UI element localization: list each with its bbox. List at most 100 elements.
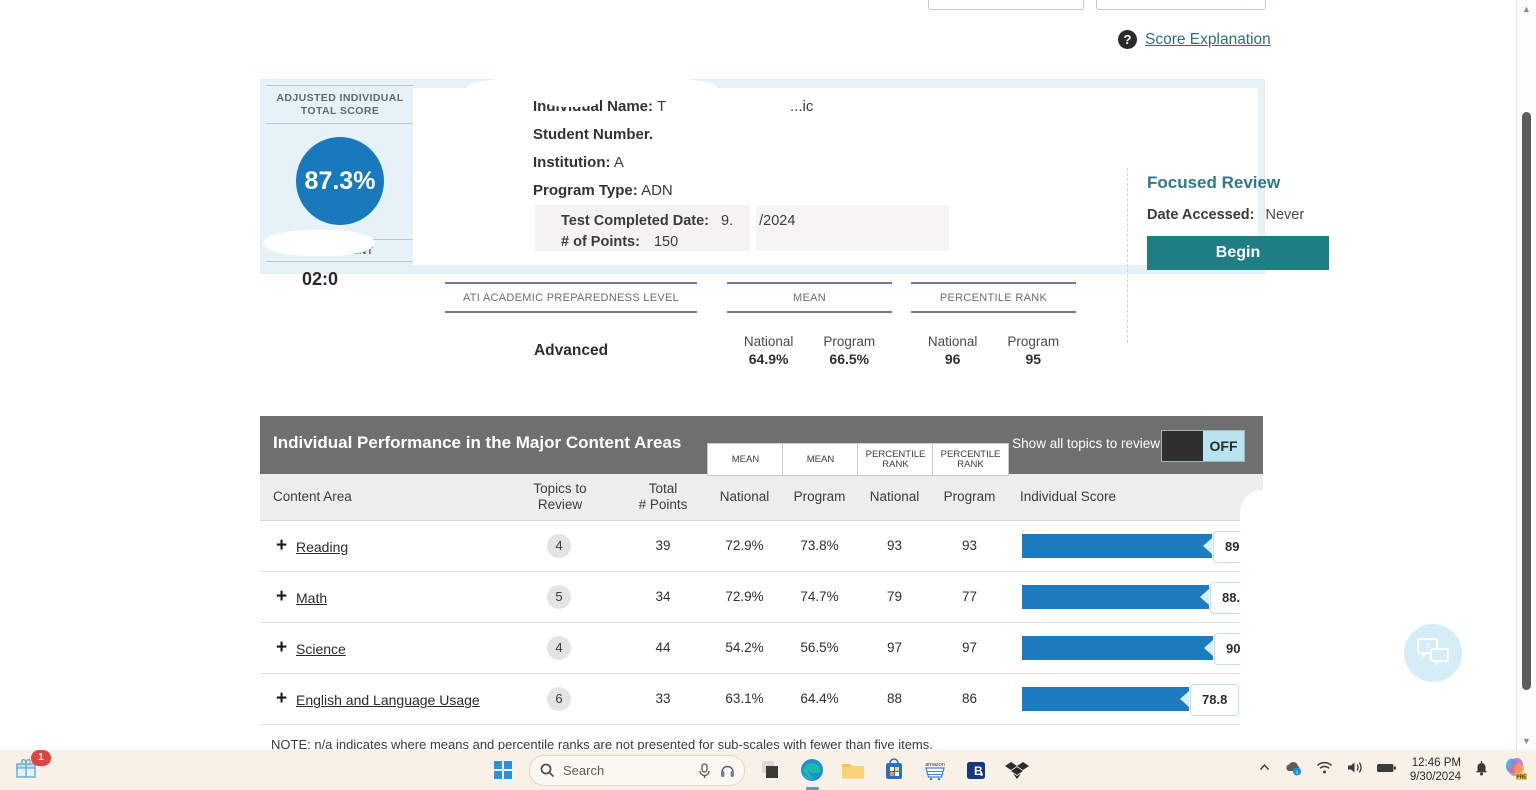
mean-program-label: Program bbox=[823, 334, 876, 349]
booking-icon: B bbox=[967, 762, 985, 779]
battery-icon bbox=[1376, 764, 1396, 772]
mean-national-value: 64.9% bbox=[748, 351, 789, 367]
dropbox-button[interactable] bbox=[1002, 755, 1032, 785]
topics-to-review-count: 5 bbox=[547, 585, 571, 609]
help-question-icon: ? bbox=[1118, 30, 1137, 49]
wifi-button[interactable] bbox=[1316, 760, 1333, 780]
expand-row-icon[interactable]: + bbox=[276, 536, 287, 555]
scrollbar-down-arrow[interactable]: ▼ bbox=[1517, 732, 1536, 750]
minihead-mean-national: MEAN bbox=[707, 443, 784, 476]
scrollbar-up-arrow[interactable]: ▲ bbox=[1517, 0, 1536, 18]
microsoft-store-button[interactable] bbox=[879, 755, 909, 785]
mean-national-label: National bbox=[743, 334, 794, 349]
mean-national-cell: 72.9% bbox=[725, 589, 764, 604]
task-view-button[interactable] bbox=[756, 755, 786, 785]
show-all-topics-toggle[interactable]: OFF bbox=[1161, 430, 1245, 462]
top-partial-button-2[interactable] bbox=[1096, 0, 1266, 10]
col-topics-to-review: Topics to Review bbox=[533, 481, 587, 512]
individual-score-bar bbox=[1022, 585, 1209, 609]
bell-icon bbox=[1476, 760, 1487, 775]
speaker-icon bbox=[1347, 762, 1362, 773]
taskbar-left-group[interactable]: 1 bbox=[12, 750, 51, 783]
edge-browser-button[interactable] bbox=[797, 755, 827, 790]
table-body: + Reading 4 39 72.9% 73.8% 93 93 89.7 + Math 5 34 72.… bbox=[260, 521, 1263, 725]
page-scrollbar[interactable]: ▲ ▼ bbox=[1516, 0, 1536, 750]
time-spent-label: TIME SPENT bbox=[266, 239, 414, 262]
date-accessed-label: Date Accessed: bbox=[1147, 207, 1255, 223]
scrollbar-thumb[interactable] bbox=[1522, 112, 1531, 690]
adjusted-score-title: ADJUSTED INDIVIDUAL TOTAL SCORE bbox=[266, 85, 414, 124]
search-placeholder-text: Search bbox=[563, 762, 605, 778]
expand-row-icon[interactable]: + bbox=[276, 689, 287, 708]
topics-to-review-count: 4 bbox=[547, 534, 571, 558]
table-row: + Reading 4 39 72.9% 73.8% 93 93 89.7 bbox=[260, 521, 1263, 572]
content-areas-table: Individual Performance in the Major Cont… bbox=[260, 416, 1263, 750]
pr-program-value: 95 bbox=[1025, 351, 1042, 367]
minihead-pr-program: PERCENTILE RANK bbox=[932, 443, 1009, 476]
booking-app-button[interactable]: B bbox=[961, 755, 991, 785]
score-callout-notch bbox=[1204, 640, 1213, 656]
top-partial-button-1[interactable] bbox=[928, 0, 1084, 10]
individual-score-bar bbox=[1022, 636, 1213, 660]
store-icon bbox=[886, 758, 902, 779]
total-score-circle: 87.3% bbox=[296, 137, 384, 225]
percentile-pair: National 96 Program 95 bbox=[911, 334, 1076, 367]
adjusted-score-title-line1: ADJUSTED INDIVIDUAL bbox=[276, 92, 404, 104]
pr-program-group: Program 95 bbox=[1007, 334, 1059, 367]
preparedness-head: ATI ACADEMIC PREPAREDNESS LEVEL bbox=[445, 282, 697, 313]
minihead-pr-national: PERCENTILE RANK bbox=[857, 443, 934, 476]
tray-expand-button[interactable] bbox=[1258, 761, 1271, 779]
table-column-headers: Content Area Topics to Review Total # Poin… bbox=[260, 474, 1263, 521]
begin-button[interactable]: Begin bbox=[1147, 236, 1329, 270]
individual-name-value-tail: ...ic bbox=[790, 98, 814, 115]
notifications-button[interactable] bbox=[1474, 760, 1489, 781]
mean-program-cell: 73.8% bbox=[800, 538, 839, 553]
battery-button[interactable] bbox=[1376, 761, 1397, 779]
volume-button[interactable] bbox=[1346, 760, 1363, 780]
browser-page-content: ? Score Explanation ADJUSTED INDIVIDUAL … bbox=[0, 0, 1517, 750]
expand-row-icon[interactable]: + bbox=[276, 587, 287, 606]
student-number-label: Student Number. bbox=[533, 126, 654, 143]
wifi-icon bbox=[1316, 761, 1332, 774]
start-button[interactable] bbox=[488, 755, 518, 785]
total-points-cell: 34 bbox=[655, 589, 671, 604]
taskbar-clock[interactable]: 12:46 PM 9/30/2024 bbox=[1410, 756, 1461, 784]
content-area-link[interactable]: Math bbox=[296, 590, 327, 606]
content-area-link[interactable]: English and Language Usage bbox=[296, 692, 480, 708]
score-explanation-link[interactable]: Score Explanation bbox=[1145, 31, 1271, 49]
pr-national-value: 96 bbox=[944, 351, 961, 367]
file-explorer-button[interactable] bbox=[838, 755, 868, 785]
amazon-shopping-button[interactable]: amazon bbox=[920, 755, 950, 785]
pr-program-label: Program bbox=[1007, 334, 1060, 349]
taskbar-search-box[interactable]: Search bbox=[529, 754, 745, 786]
security-status-button[interactable]: i bbox=[1284, 759, 1303, 782]
table-row: + Science 4 44 54.2% 56.5% 97 97 90 bbox=[260, 623, 1263, 674]
points-value: 150 bbox=[653, 234, 679, 250]
pr-national-cell: 93 bbox=[886, 538, 903, 553]
clock-date: 9/30/2024 bbox=[1409, 771, 1461, 783]
toggle-knob bbox=[1162, 431, 1203, 461]
score-explanation-link-group[interactable]: ? Score Explanation bbox=[1118, 30, 1271, 49]
gift-app-icon[interactable]: 1 bbox=[12, 750, 51, 783]
svg-text:amazon: amazon bbox=[925, 762, 945, 768]
copilot-button[interactable]: PRE bbox=[1502, 755, 1528, 786]
col-mean-program: Program bbox=[793, 489, 846, 504]
institution-label: Institution: bbox=[533, 154, 611, 171]
content-area-link[interactable]: Reading bbox=[296, 539, 348, 555]
chat-help-widget[interactable]: ? bbox=[1404, 624, 1462, 682]
content-area-link[interactable]: Science bbox=[296, 641, 346, 657]
table-row: + Math 5 34 72.9% 74.7% 79 77 88.2 bbox=[260, 572, 1263, 623]
copilot-icon: PRE bbox=[1506, 757, 1527, 780]
chevron-up-icon bbox=[1259, 763, 1269, 770]
test-date-line: Test Completed Date: 9. /2024 bbox=[561, 211, 795, 232]
edge-icon bbox=[801, 759, 823, 781]
individual-score-bar bbox=[1022, 687, 1189, 711]
test-date-value-year: /2024 bbox=[759, 213, 796, 229]
expand-row-icon[interactable]: + bbox=[276, 638, 287, 657]
program-type-value: ADN bbox=[641, 182, 673, 199]
mean-program-cell: 56.5% bbox=[800, 640, 839, 655]
vertical-separator bbox=[1127, 168, 1128, 343]
amazon-cart-icon: amazon bbox=[925, 762, 945, 781]
minihead-mean-program: MEAN bbox=[782, 443, 859, 476]
chat-bubbles-icon: ? bbox=[1417, 638, 1449, 666]
